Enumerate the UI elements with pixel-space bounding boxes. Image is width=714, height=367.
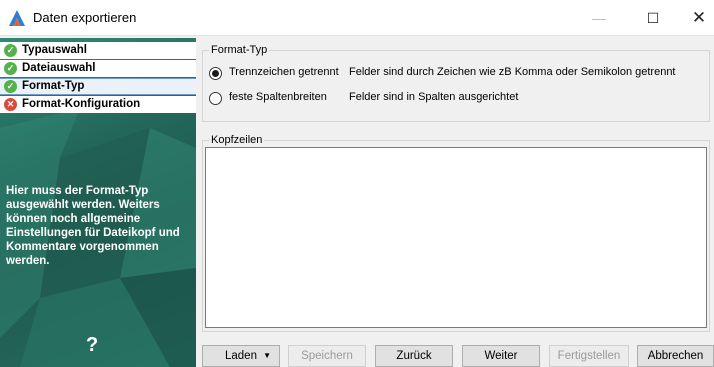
check-icon: ✓ xyxy=(4,80,17,93)
wizard-side-panel: ✓ Typauswahl ✓ Dateiauswahl ✓ Format-Typ… xyxy=(0,38,196,367)
help-icon[interactable]: ? xyxy=(86,334,98,357)
dropdown-caret-icon: ▼ xyxy=(263,351,271,360)
wizard-step-label: Typauswahl xyxy=(22,44,87,56)
wizard-step-label: Format-Konfiguration xyxy=(22,98,141,110)
radio-label[interactable]: Trennzeichen getrennt xyxy=(229,66,339,78)
title-bar: Daten exportieren — ☐ ✕ xyxy=(0,0,714,36)
group-title: Kopfzeilen xyxy=(209,134,265,146)
button-label: Laden xyxy=(225,350,257,362)
wizard-step-label: Format-Typ xyxy=(22,80,85,92)
cancel-button[interactable]: Abbrechen xyxy=(637,345,714,367)
group-title: Format-Typ xyxy=(209,44,270,56)
option-description: Felder sind in Spalten ausgerichtet xyxy=(349,91,519,103)
minimize-button[interactable]: — xyxy=(576,0,622,36)
wizard-step-dateiauswahl[interactable]: ✓ Dateiauswahl xyxy=(0,60,196,77)
wizard-step-format-konfiguration[interactable]: ✕ Format-Konfiguration xyxy=(0,96,196,113)
wizard-help-text: Hier muss der Format-Typ ausgewählt werd… xyxy=(6,185,180,267)
back-button[interactable]: Zurück xyxy=(375,345,453,367)
close-button[interactable]: ✕ xyxy=(676,0,714,36)
header-lines-group: Kopfzeilen xyxy=(202,134,710,332)
radio-button[interactable] xyxy=(209,91,222,105)
load-button[interactable]: Laden ▼ xyxy=(202,345,280,367)
radio-delimited[interactable]: Trennzeichen getrennt Felder sind durch … xyxy=(209,65,676,81)
wizard-step-label: Dateiauswahl xyxy=(22,62,96,74)
window-title: Daten exportieren xyxy=(33,10,137,25)
check-icon: ✓ xyxy=(4,62,17,75)
next-button[interactable]: Weiter xyxy=(462,345,540,367)
wizard-steps: ✓ Typauswahl ✓ Dateiauswahl ✓ Format-Typ… xyxy=(0,42,196,114)
app-a-icon xyxy=(9,10,25,26)
option-description: Felder sind durch Zeichen wie zB Komma o… xyxy=(349,66,676,78)
save-button[interactable]: Speichern xyxy=(288,345,366,367)
format-type-group: Format-Typ Trennzeichen getrennt Felder … xyxy=(202,44,710,122)
check-icon: ✓ xyxy=(4,44,17,57)
wizard-step-typauswahl[interactable]: ✓ Typauswahl xyxy=(0,42,196,59)
error-icon: ✕ xyxy=(4,98,17,111)
wizard-step-format-typ[interactable]: ✓ Format-Typ xyxy=(0,78,196,95)
radio-button[interactable] xyxy=(209,66,222,80)
finish-button[interactable]: Fertigstellen xyxy=(549,345,629,367)
header-lines-textarea[interactable] xyxy=(205,147,707,328)
radio-fixed-width[interactable]: feste Spaltenbreiten Felder sind in Spal… xyxy=(209,90,518,106)
maximize-button[interactable]: ☐ xyxy=(630,0,676,36)
radio-label[interactable]: feste Spaltenbreiten xyxy=(229,91,327,103)
